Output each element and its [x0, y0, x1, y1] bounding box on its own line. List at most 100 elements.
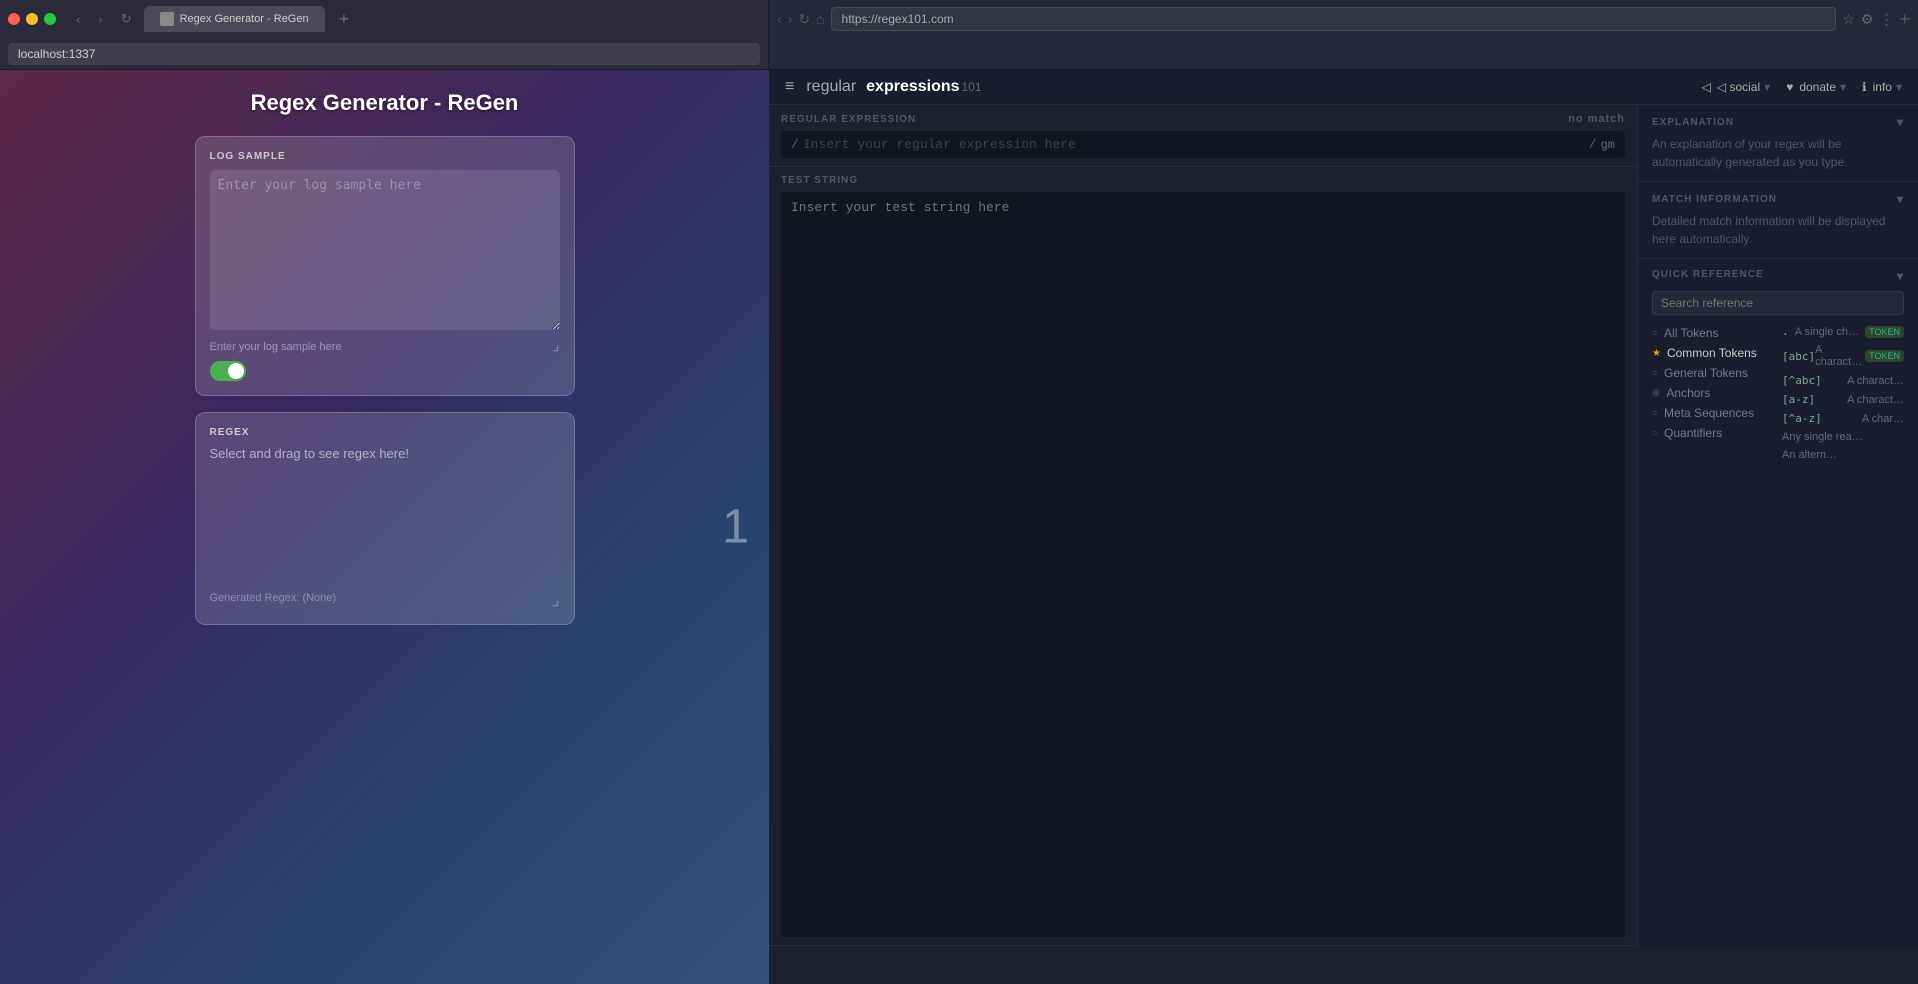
regex-close-delimiter: / [1589, 137, 1597, 152]
qr-entry-altern: An altern… [1782, 447, 1904, 463]
quantifiers-icon: ○ [1652, 428, 1658, 439]
qr-item-anchors[interactable]: ⊕ Anchors [1652, 383, 1774, 403]
log-sample-textarea[interactable] [210, 170, 560, 330]
donate-chevron-icon: ▾ [1840, 80, 1846, 94]
toggle-row [210, 361, 560, 381]
regex101-app: ≡ regular expressions 101 ◁ ◁ social ▾ [769, 70, 1918, 946]
qr-item-meta-sequences[interactable]: ○ Meta Sequences [1652, 403, 1774, 423]
regex-expression-section: REGULAR EXPRESSION no match / Insert you… [769, 105, 1637, 167]
regex101-panel: ≡ regular expressions 101 ◁ ◁ social ▾ [769, 70, 1918, 984]
quick-reference-list: ○ All Tokens ★ Common Tokens [1652, 323, 1774, 443]
qr-entry-any: Any single rea… [1782, 429, 1904, 445]
regex101-body: REGULAR EXPRESSION no match / Insert you… [769, 105, 1918, 946]
panel-number: 1 [722, 500, 749, 555]
right-toolbar-icons: ☆ ⚙ ⋮ [1842, 11, 1893, 28]
social-icon: ◁ [1702, 80, 1711, 94]
match-information-title: MATCH INFORMATION ▾ [1652, 192, 1904, 206]
info-button[interactable]: ℹ info ▾ [1862, 80, 1902, 94]
close-button[interactable] [8, 13, 20, 25]
logo-suffix: 101 [962, 80, 982, 94]
test-string-input[interactable] [781, 192, 1625, 937]
match-information-content: Detailed match information will be displ… [1652, 212, 1904, 248]
reload-button[interactable]: ↻ [115, 9, 138, 29]
qr-item-general-tokens[interactable]: ○ General Tokens [1652, 363, 1774, 383]
qr-desc-range: A charact… [1847, 394, 1904, 406]
test-string-title: TEST STRING [781, 175, 858, 186]
quick-reference-grid: ○ All Tokens ★ Common Tokens [1652, 323, 1904, 463]
qr-desc-not-abc: A charact… [1847, 375, 1904, 387]
fullscreen-button[interactable] [44, 13, 56, 25]
log-sample-hint: Enter your log sample here [210, 341, 560, 353]
minimize-button[interactable] [26, 13, 38, 25]
general-tokens-label: General Tokens [1664, 366, 1748, 380]
donate-button[interactable]: ♥ donate ▾ [1786, 80, 1846, 94]
regex-match-info: no match [1568, 113, 1625, 125]
log-sample-label: LOG SAMPLE [210, 151, 560, 162]
all-tokens-icon: ○ [1652, 328, 1658, 339]
anchors-label: Anchors [1666, 386, 1710, 400]
qr-entry-range: [a-z] A charact… [1782, 391, 1904, 408]
qr-desc-any: Any single rea… [1782, 431, 1863, 443]
explanation-content: An explanation of your regex will be aut… [1652, 135, 1904, 171]
menu-icon[interactable]: ⋮ [1879, 11, 1893, 28]
regex101-logo: regular expressions 101 [806, 78, 981, 96]
general-tokens-icon: ○ [1652, 368, 1658, 379]
qr-entry-dot: . A single ch… TOKEN [1782, 323, 1904, 340]
regex-input-bar[interactable]: / Insert your regular expression here / … [781, 131, 1625, 158]
qr-item-all-tokens[interactable]: ○ All Tokens [1652, 323, 1774, 343]
regex-placeholder-text: Insert your regular expression here [803, 137, 1585, 152]
social-button[interactable]: ◁ ◁ social ▾ [1702, 80, 1771, 94]
qr-desc-abc: A charact… [1815, 344, 1865, 368]
hamburger-menu-icon[interactable]: ≡ [785, 78, 794, 96]
regex-footer: Generated Regex: (None) [210, 592, 560, 604]
qr-entry-not-abc: [^abc] A charact… [1782, 372, 1904, 389]
right-add-tab-button[interactable]: + [1899, 9, 1910, 30]
extensions-icon[interactable]: ⚙ [1861, 11, 1874, 28]
forward-button[interactable]: › [92, 10, 108, 29]
right-back-button[interactable]: ‹ [777, 11, 782, 27]
explanation-label: EXPLANATION [1652, 117, 1734, 128]
back-button[interactable]: ‹ [70, 10, 86, 29]
toggle-knob [228, 363, 244, 379]
browser-chrome: ‹ › ↻ Regex Generator - ReGen + ‹ › ↻ ⌂ … [0, 0, 1918, 984]
quantifiers-label: Quantifiers [1664, 426, 1722, 440]
logo-regular: regular [806, 78, 856, 96]
bookmark-icon[interactable]: ☆ [1842, 11, 1855, 28]
meta-sequences-icon: ○ [1652, 408, 1658, 419]
left-url-bar[interactable] [8, 43, 760, 65]
match-info-collapse-icon[interactable]: ▾ [1897, 192, 1904, 206]
info-label: info [1873, 80, 1892, 94]
donate-icon: ♥ [1786, 80, 1793, 94]
resize-handle[interactable]: ⌟ [552, 335, 560, 355]
regen-tab[interactable]: Regex Generator - ReGen [144, 6, 325, 32]
test-string-section: TEST STRING [769, 167, 1637, 946]
regex-flags[interactable]: gm [1601, 138, 1615, 152]
quick-reference-search[interactable] [1652, 291, 1904, 315]
qr-token-abc: [abc] [1782, 350, 1815, 363]
qr-desc-not-range: A char… [1862, 413, 1904, 425]
quick-reference-label: QUICK REFERENCE [1652, 269, 1764, 283]
regex101-sidebar: EXPLANATION ▾ An explanation of your reg… [1638, 105, 1918, 946]
regen-content: Regex Generator - ReGen LOG SAMPLE ⌟ Ent… [0, 70, 769, 984]
right-forward-button[interactable]: › [788, 11, 793, 27]
qr-desc-altern: An altern… [1782, 449, 1837, 461]
regex-resize-handle[interactable]: ⌟ [552, 590, 560, 610]
social-label: ◁ social [1717, 80, 1760, 94]
qr-desc-dot: A single ch… [1795, 326, 1859, 338]
qr-item-quantifiers[interactable]: ○ Quantifiers [1652, 423, 1774, 443]
quick-reference-collapse-icon[interactable]: ▾ [1897, 269, 1904, 283]
qr-badge-abc: TOKEN [1865, 350, 1904, 362]
toggle-button[interactable] [210, 361, 246, 381]
add-tab-button[interactable]: + [331, 9, 358, 30]
meta-sequences-label: Meta Sequences [1664, 406, 1754, 420]
quick-reference-right-column: . A single ch… TOKEN [abc] A charact… TO… [1782, 323, 1904, 463]
page-title: Regex Generator - ReGen [251, 90, 519, 116]
qr-item-common-tokens[interactable]: ★ Common Tokens [1652, 343, 1774, 363]
qr-badge-dot: TOKEN [1865, 326, 1904, 338]
quick-reference-left-column: ○ All Tokens ★ Common Tokens [1652, 323, 1774, 463]
right-home-button[interactable]: ⌂ [816, 11, 824, 27]
explanation-collapse-icon[interactable]: ▾ [1897, 115, 1904, 129]
right-url-bar[interactable] [831, 7, 1837, 31]
quick-reference-title: QUICK REFERENCE ▾ [1652, 269, 1904, 283]
right-reload-button[interactable]: ↻ [798, 11, 810, 28]
